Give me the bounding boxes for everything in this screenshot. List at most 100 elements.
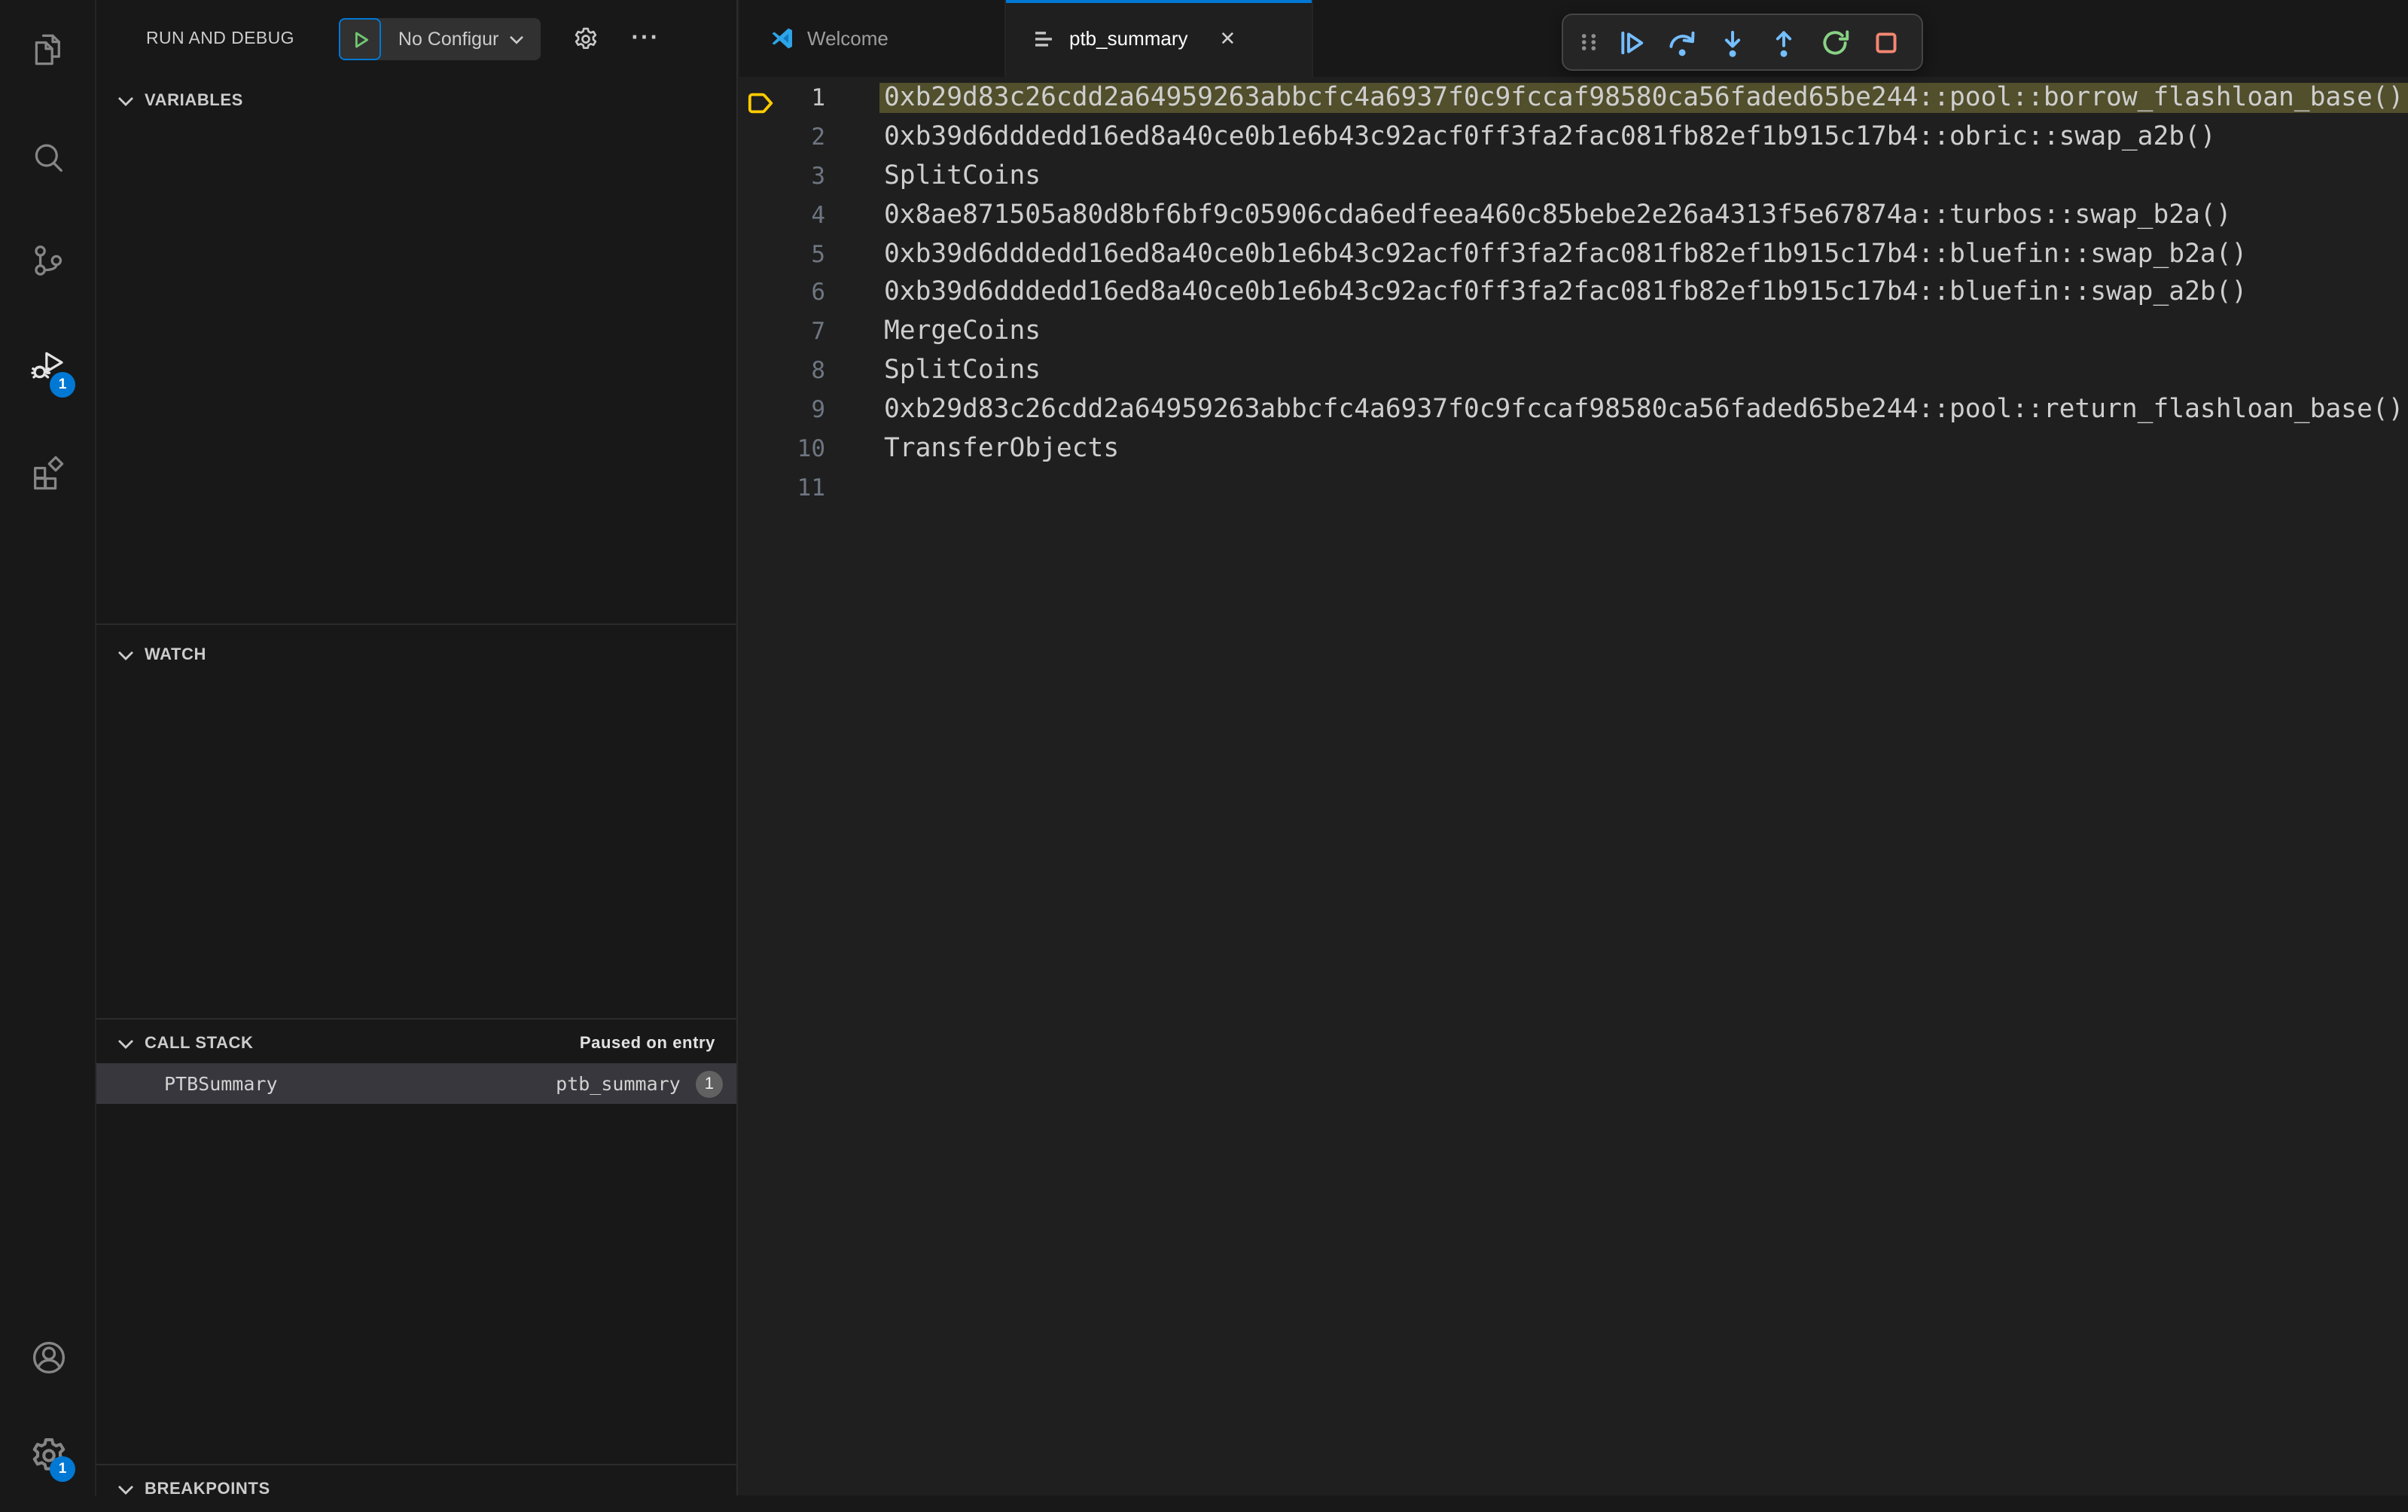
debug-toolbar (1562, 14, 1923, 71)
line-number: 6 (811, 279, 825, 306)
step-over-button[interactable] (1655, 17, 1706, 68)
debug-stop-icon (1875, 32, 1896, 53)
debug-settings-button[interactable] (572, 26, 599, 53)
debug-continue-icon (1620, 30, 1643, 54)
code-text[interactable]: 0x8ae871505a80d8bf6bf9c05906cda6edfeea46… (879, 200, 2408, 230)
debug-step-over-icon (1669, 30, 1694, 56)
code-text[interactable]: 0xb39d6dddedd16ed8a40ce0b1e6b43c92acf0ff… (879, 278, 2408, 308)
code-line[interactable]: 8 SplitCoins (739, 351, 2408, 390)
line-number-gutter[interactable]: 8 (739, 357, 879, 384)
line-number-gutter[interactable]: 5 (739, 240, 879, 267)
chevron-down-icon (118, 96, 133, 105)
code-text[interactable]: 0xb39d6dddedd16ed8a40ce0b1e6b43c92acf0ff… (879, 122, 2408, 152)
tab-welcome[interactable]: Welcome (739, 0, 1006, 77)
paused-status-text: Paused on entry (579, 1035, 715, 1053)
start-debugging-button[interactable] (339, 18, 382, 60)
section-divider (96, 1464, 736, 1465)
variables-section-label: VARIABLES (145, 92, 243, 110)
line-number-gutter[interactable]: 6 (739, 279, 879, 306)
line-number-gutter[interactable]: 10 (739, 435, 879, 462)
settings-count-badge: 1 (50, 1456, 75, 1482)
sidebar-header: RUN AND DEBUG No Configur ··· (96, 0, 736, 78)
accounts-button[interactable] (0, 1327, 96, 1387)
line-number-gutter[interactable]: 3 (739, 162, 879, 189)
config-dropdown[interactable]: No Configur (382, 29, 541, 50)
files-icon (35, 34, 60, 66)
editor-group: Welcome ptb_summary ✕ 1 0xb29d83c26cdd2a… (739, 0, 2408, 1495)
code-line[interactable]: 7 MergeCoins (739, 312, 2408, 352)
code-line[interactable]: 11 (739, 468, 2408, 508)
debug-step-into-icon (1724, 29, 1740, 56)
code-line[interactable]: 6 0xb39d6dddedd16ed8a40ce0b1e6b43c92acf0f… (739, 273, 2408, 312)
line-number: 7 (811, 318, 825, 346)
stack-frame-source: ptb_summary (556, 1072, 681, 1095)
close-icon[interactable]: ✕ (1220, 26, 1236, 50)
tab-ptb-summary[interactable]: ptb_summary ✕ (1006, 0, 1313, 77)
step-into-button[interactable] (1706, 17, 1757, 68)
section-divider (96, 623, 736, 625)
sidebar-item-search[interactable] (0, 128, 96, 188)
code-line[interactable]: 5 0xb39d6dddedd16ed8a40ce0b1e6b43c92acf0f… (739, 234, 2408, 273)
line-number-gutter[interactable]: 2 (739, 123, 879, 151)
debug-config-control: No Configur (339, 18, 541, 60)
line-number-gutter[interactable]: 4 (739, 201, 879, 228)
stop-button[interactable] (1860, 17, 1911, 68)
debug-stackframe-arrow-icon (748, 93, 773, 114)
code-line[interactable]: 2 0xb39d6dddedd16ed8a40ce0b1e6b43c92acf0f… (739, 117, 2408, 157)
code-text[interactable]: 0xb29d83c26cdd2a64959263abbcfc4a6937f0c9… (879, 395, 2408, 425)
variables-section-header[interactable]: VARIABLES (96, 78, 736, 123)
sidebar-item-explorer[interactable] (0, 20, 96, 80)
code-text[interactable]: SplitCoins (879, 355, 2408, 386)
debug-restart-icon (1822, 29, 1849, 54)
toolbar-drag-handle[interactable] (1574, 17, 1604, 68)
code-text[interactable]: TransferObjects (879, 434, 2408, 464)
stack-frame-name: PTBSummary (164, 1072, 278, 1095)
line-number-gutter[interactable]: 11 (739, 474, 879, 501)
call-stack-section-header[interactable]: CALL STACK Paused on entry (96, 1021, 736, 1066)
code-line[interactable]: 3 SplitCoins (739, 157, 2408, 196)
breakpoints-section-label: BREAKPOINTS (145, 1480, 270, 1498)
continue-button[interactable] (1604, 17, 1655, 68)
line-number: 5 (811, 240, 825, 267)
watch-section-header[interactable]: WATCH (96, 633, 736, 678)
restart-button[interactable] (1809, 17, 1860, 68)
line-number-gutter[interactable]: 1 (739, 84, 879, 114)
line-number-gutter[interactable]: 9 (739, 396, 879, 423)
editor-content[interactable]: 1 0xb29d83c26cdd2a64959263abbcfc4a6937f0… (739, 77, 2408, 1495)
chevron-down-icon (118, 1039, 133, 1048)
call-stack-section-label: CALL STACK (145, 1035, 254, 1053)
code-text[interactable]: 0xb29d83c26cdd2a64959263abbcfc4a6937f0c9… (879, 82, 2408, 113)
code-text[interactable]: MergeCoins (879, 317, 2408, 347)
gripper-icon (1581, 34, 1596, 50)
sidebar-item-extensions[interactable] (0, 441, 96, 501)
watch-section-label: WATCH (145, 646, 207, 664)
chevron-down-icon (510, 35, 524, 44)
source-control-icon (35, 245, 62, 276)
run-and-debug-sidebar: RUN AND DEBUG No Configur ··· VARIABLES … (96, 0, 738, 1498)
line-number: 1 (811, 84, 825, 111)
call-stack-frame-row[interactable]: PTBSummary ptb_summary 1 (96, 1063, 736, 1104)
vscode-window: 1 1 RUN AND DEBUG No Configur ··· VARIAB… (0, 0, 2408, 1498)
settings-gear-button[interactable]: 1 (0, 1425, 96, 1485)
play-icon (355, 31, 368, 47)
code-line[interactable]: 10 TransferObjects (739, 429, 2408, 468)
sidebar-item-source-control[interactable] (0, 230, 96, 291)
account-icon (32, 1340, 65, 1373)
sidebar-title: RUN AND DEBUG (146, 30, 294, 48)
config-dropdown-value: No Configur (398, 29, 499, 50)
code-line[interactable]: 1 0xb29d83c26cdd2a64959263abbcfc4a6937f0… (739, 78, 2408, 117)
search-icon (35, 144, 62, 172)
code-line[interactable]: 4 0x8ae871505a80d8bf6bf9c05906cda6edfeea4… (739, 195, 2408, 234)
code-text[interactable]: SplitCoins (879, 160, 2408, 191)
gear-icon (575, 27, 597, 50)
views-more-actions-button[interactable]: ··· (631, 26, 660, 53)
breakpoints-section-header[interactable]: BREAKPOINTS (96, 1467, 736, 1512)
step-out-button[interactable] (1757, 17, 1809, 68)
line-number-gutter[interactable]: 7 (739, 319, 879, 346)
sidebar-item-run-and-debug[interactable]: 1 (0, 334, 96, 398)
code-text[interactable]: 0xb39d6dddedd16ed8a40ce0b1e6b43c92acf0ff… (879, 239, 2408, 269)
tab-welcome-label: Welcome (807, 27, 889, 50)
extensions-icon (34, 456, 64, 490)
line-number: 10 (797, 434, 825, 462)
code-line[interactable]: 9 0xb29d83c26cdd2a64959263abbcfc4a6937f0c… (739, 390, 2408, 429)
